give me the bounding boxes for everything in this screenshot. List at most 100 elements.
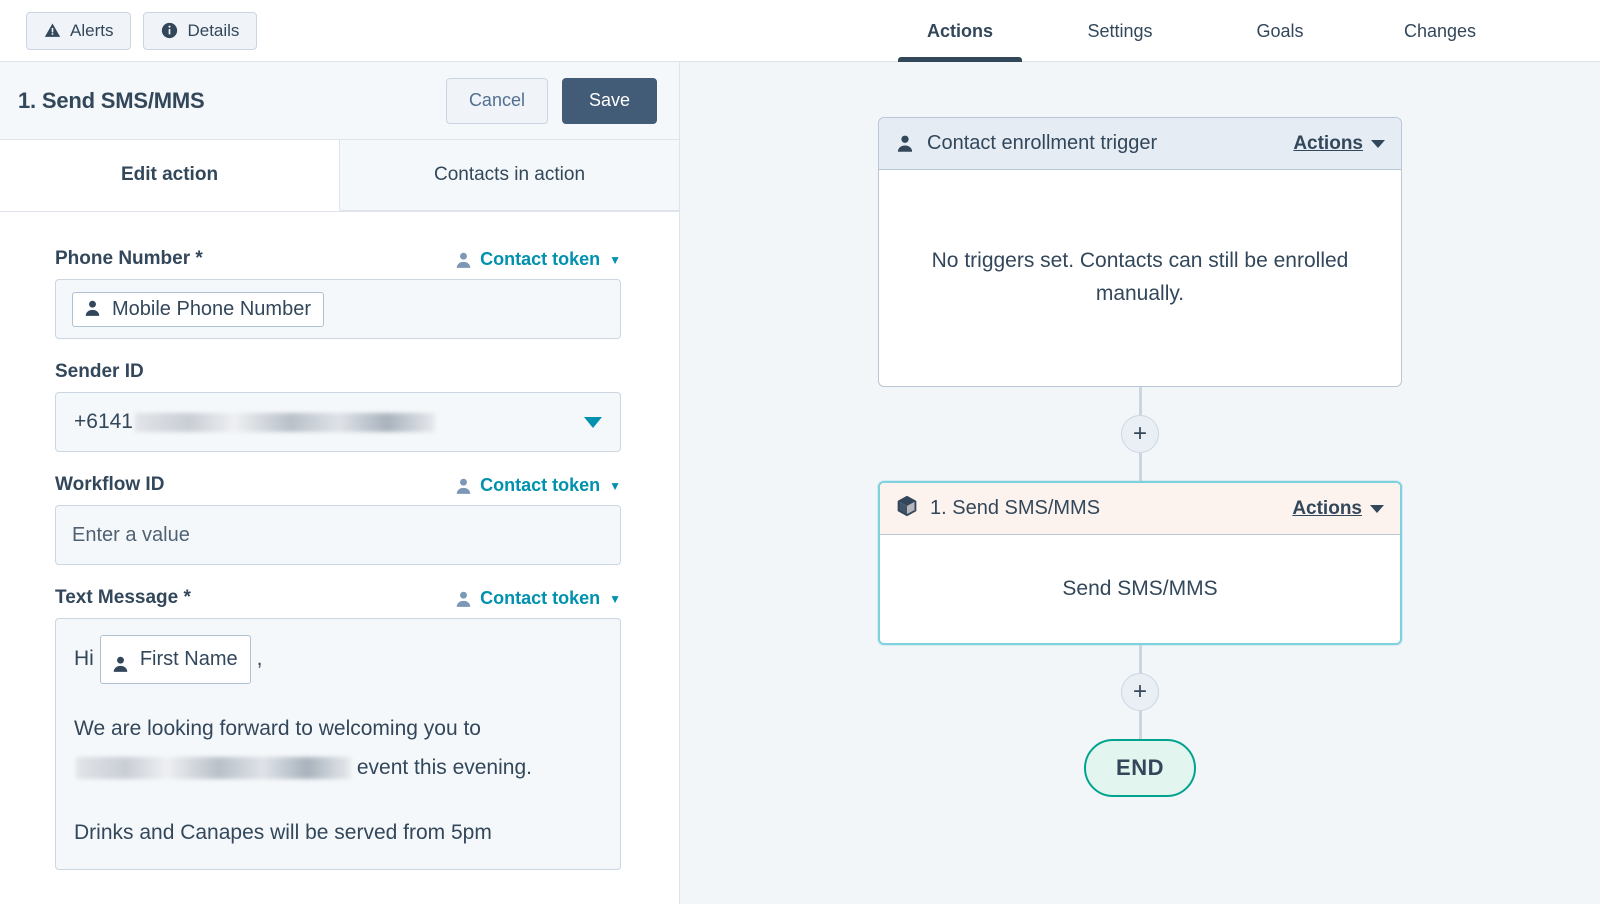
main-body: 1. Send SMS/MMS Cancel Save Edit action … [0, 62, 1600, 904]
top-bar-left-buttons: Alerts Details [0, 11, 258, 50]
tab-edit-action[interactable]: Edit action [0, 140, 340, 211]
panel-header-buttons: Cancel Save [445, 77, 657, 124]
add-action-button-1[interactable]: + [1121, 415, 1159, 453]
plus-icon: + [1132, 420, 1147, 447]
chevron-down-icon [584, 416, 602, 428]
workflow-id-placeholder: Enter a value [72, 523, 190, 546]
tab-goals[interactable]: Goals [1200, 0, 1360, 62]
connector-line-4 [1138, 711, 1142, 739]
trigger-node-actions-label: Actions [1293, 132, 1363, 154]
cube-icon [896, 495, 918, 523]
add-action-button-2[interactable]: + [1121, 673, 1159, 711]
tab-goals-label: Goals [1256, 20, 1304, 41]
trigger-node-header: Contact enrollment trigger Actions [879, 118, 1401, 170]
workflow-canvas: Contact enrollment trigger Actions No tr… [680, 62, 1600, 904]
tab-settings[interactable]: Settings [1040, 0, 1200, 62]
phone-number-input[interactable]: Mobile Phone Number [55, 279, 621, 339]
tab-actions[interactable]: Actions [880, 0, 1040, 62]
tab-changes[interactable]: Changes [1360, 0, 1520, 62]
contact-token-label-phone: Contact token [480, 249, 601, 269]
action-node-body: Send SMS/MMS [1062, 576, 1218, 600]
save-button[interactable]: Save [561, 77, 657, 124]
contact-token-dropdown-phone[interactable]: Contact token ▼ [454, 249, 621, 270]
sender-id-redacted-value [134, 412, 435, 432]
sender-id-value: +6141 [74, 410, 435, 434]
field-phone-number-label: Phone Number * [55, 248, 203, 269]
message-body-paragraph: We are looking forward to welcoming you … [74, 710, 602, 788]
contact-person-icon [454, 477, 472, 495]
action-node-title-group: 1. Send SMS/MMS [896, 495, 1100, 523]
chevron-down-icon: ▼ [609, 591, 621, 606]
contact-person-icon [895, 134, 915, 154]
message-greeting-prefix: Hi [74, 647, 94, 671]
field-sender-id-label: Sender ID [55, 361, 144, 382]
edit-action-panel: 1. Send SMS/MMS Cancel Save Edit action … [0, 62, 680, 904]
message-body-after: event this evening. [356, 755, 532, 779]
field-sender-id-header: Sender ID [55, 361, 621, 383]
tab-edit-action-label: Edit action [120, 164, 219, 185]
trigger-node-body: No triggers set. Contacts can still be e… [931, 249, 1349, 305]
field-text-message-header: Text Message * Contact token ▼ [55, 587, 621, 609]
workflow-editor-screen: Alerts Details Actions Settings Goals Ch… [0, 0, 1600, 904]
contact-token-dropdown-workflow[interactable]: Contact token ▼ [454, 475, 621, 496]
field-workflow-id: Workflow ID Contact token ▼ Enter a valu… [55, 474, 621, 565]
field-workflow-id-label: Workflow ID [55, 474, 165, 495]
trigger-node-title-group: Contact enrollment trigger [895, 132, 1157, 155]
connector-line-3 [1138, 645, 1142, 673]
token-chip-mobile-phone-number[interactable]: Mobile Phone Number [72, 291, 324, 327]
token-chip-label: First Name [139, 648, 238, 670]
details-button-label: Details [187, 20, 240, 40]
action-node-actions-label: Actions [1292, 497, 1362, 519]
message-greeting-suffix: , [256, 647, 263, 671]
tab-contacts-in-action-label: Contacts in action [433, 164, 586, 185]
workflow-id-input[interactable]: Enter a value [55, 505, 621, 565]
message-greeting-line: Hi First Name , [74, 635, 602, 684]
chevron-down-icon: ▼ [609, 252, 621, 267]
contact-token-label-workflow: Contact token [480, 475, 601, 495]
action-node-header: 1. Send SMS/MMS Actions [880, 483, 1400, 535]
message-closing-paragraph: Drinks and Canapes will be served from 5… [74, 820, 492, 844]
tab-contacts-in-action[interactable]: Contacts in action [340, 140, 679, 211]
message-body-redacted [76, 757, 351, 780]
field-phone-number-header: Phone Number * Contact token ▼ [55, 248, 621, 270]
connector-line-1 [1138, 387, 1142, 415]
info-circle-icon [161, 22, 178, 39]
panel-title: 1. Send SMS/MMS [18, 87, 205, 113]
connector-line-2 [1138, 453, 1142, 481]
action-node-actions-dropdown[interactable]: Actions [1292, 498, 1384, 520]
chevron-down-icon: ▼ [609, 478, 621, 493]
tab-changes-label: Changes [1403, 20, 1477, 41]
token-chip-label: Mobile Phone Number [112, 297, 311, 320]
contact-token-label-message: Contact token [480, 588, 601, 608]
node-send-sms-mms[interactable]: 1. Send SMS/MMS Actions Send SMS/MMS [878, 481, 1402, 645]
alerts-button[interactable]: Alerts [26, 11, 132, 50]
warning-triangle-icon [44, 22, 61, 39]
contact-person-icon [454, 590, 472, 608]
details-button[interactable]: Details [143, 11, 258, 50]
top-bar: Alerts Details Actions Settings Goals Ch… [0, 0, 1600, 62]
node-end[interactable]: END [1084, 739, 1196, 797]
plus-icon: + [1132, 678, 1147, 705]
end-node-label: END [1116, 755, 1164, 780]
alerts-button-label: Alerts [70, 20, 114, 40]
panel-form: Phone Number * Contact token ▼ Mobile Ph… [0, 212, 679, 904]
text-message-editor[interactable]: Hi First Name , We are looking forward t… [55, 618, 621, 870]
trigger-node-title: Contact enrollment trigger [927, 132, 1158, 154]
chevron-down-icon [1370, 504, 1384, 513]
panel-header: 1. Send SMS/MMS Cancel Save [0, 62, 679, 140]
field-text-message: Text Message * Contact token ▼ Hi First … [55, 587, 621, 870]
contact-person-icon [83, 299, 103, 319]
tab-settings-label: Settings [1087, 20, 1153, 41]
panel-tabs: Edit action Contacts in action [0, 140, 679, 212]
token-chip-first-name[interactable]: First Name [99, 635, 251, 684]
field-sender-id: Sender ID +6141 [55, 361, 621, 452]
field-text-message-label: Text Message * [55, 587, 191, 608]
action-node-title: 1. Send SMS/MMS [930, 497, 1101, 519]
contact-token-dropdown-message[interactable]: Contact token ▼ [454, 588, 621, 609]
field-workflow-id-header: Workflow ID Contact token ▼ [55, 474, 621, 496]
node-contact-enrollment-trigger[interactable]: Contact enrollment trigger Actions No tr… [878, 117, 1402, 387]
cancel-button[interactable]: Cancel [445, 77, 548, 124]
sender-id-select[interactable]: +6141 [55, 392, 621, 452]
contact-person-icon [111, 650, 131, 672]
trigger-node-actions-dropdown[interactable]: Actions [1293, 133, 1385, 155]
